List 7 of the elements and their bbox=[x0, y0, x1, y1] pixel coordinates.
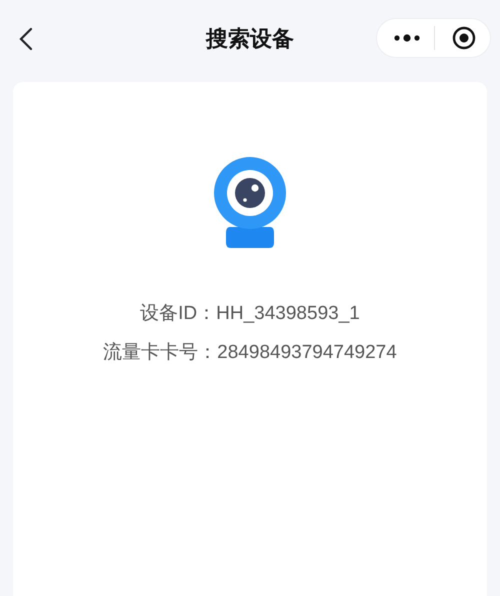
back-icon[interactable] bbox=[18, 27, 34, 51]
sim-card-number-text: 流量卡卡号：28498493794749274 bbox=[103, 340, 397, 364]
close-icon[interactable] bbox=[452, 26, 476, 50]
webcam-icon bbox=[214, 155, 286, 249]
page-title: 搜索设备 bbox=[206, 26, 294, 54]
device-id-text: 设备ID：HH_34398593_1 bbox=[140, 302, 360, 326]
more-icon[interactable] bbox=[394, 34, 420, 42]
